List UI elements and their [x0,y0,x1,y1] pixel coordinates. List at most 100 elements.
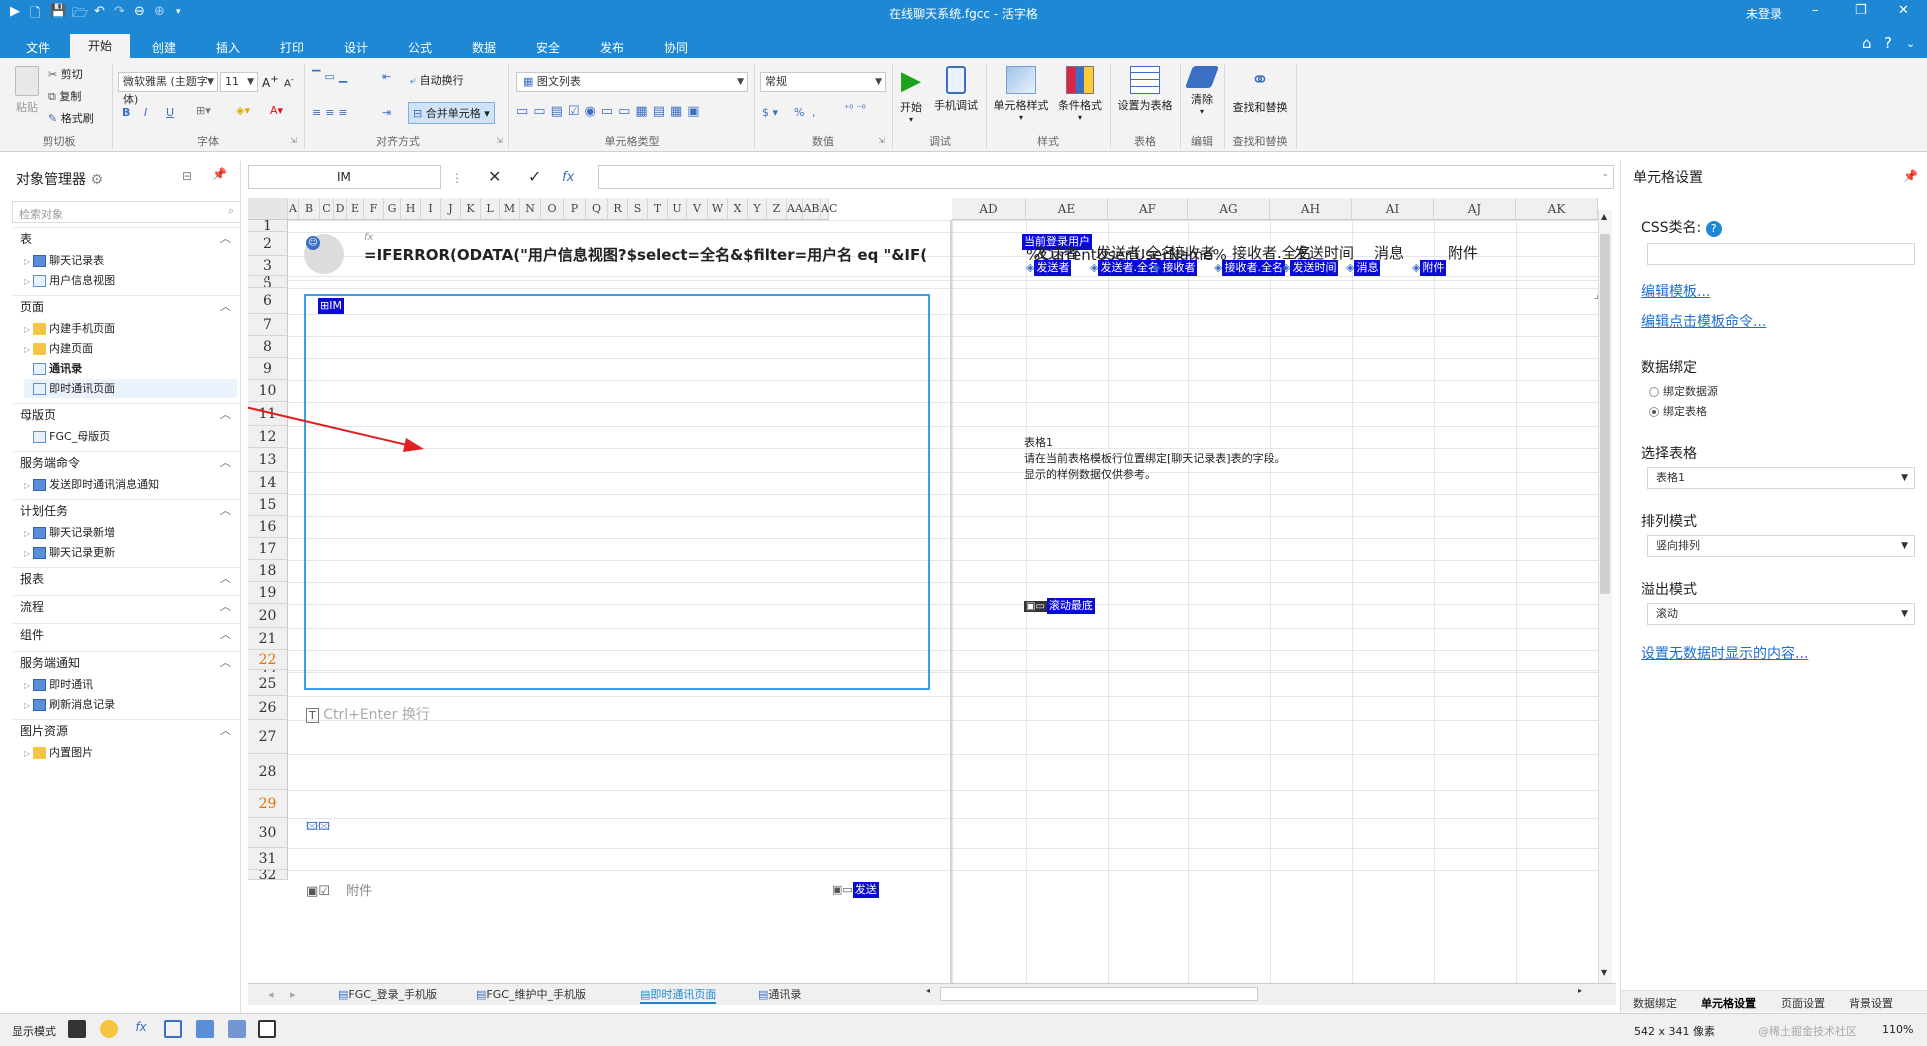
merge-cells-button[interactable]: ⊟ 合并单元格 ▾ [408,102,495,124]
tab-prev-icon[interactable]: ◂ [268,986,274,1004]
tab-file[interactable]: 文件 [8,38,68,58]
user-icon[interactable] [100,1020,118,1038]
formula-input[interactable]: ⌄ [598,165,1614,189]
more-icon[interactable]: ⋮ [451,171,463,185]
tree-item-builtin-images[interactable]: ▷ 内置图片 [24,743,93,762]
outdent-icon[interactable]: ⇥ [382,106,391,119]
conditional-format-button[interactable]: 条件格式 ▾ [1054,66,1106,122]
tree-item-task-update[interactable]: ▷ 聊天记录更新 [24,543,115,562]
confirm-icon[interactable]: ✓ [528,167,541,186]
empty-content-link[interactable]: 设置无数据时显示的内容... [1641,643,1808,663]
sheet-tab-login[interactable]: ▤FGC_登录_手机版 [338,986,437,1004]
layout-icon[interactable] [196,1020,214,1038]
indent-icon[interactable]: ⇤ [382,70,391,83]
section-pages[interactable]: 页面 ︿ [12,295,241,317]
insert-function-icon[interactable]: fx [562,170,574,185]
section-scheduled-tasks[interactable]: 计划任务 ︿ [12,499,241,521]
section-server-notify[interactable]: 服务端通知 ︿ [12,651,241,673]
expand-arrow-icon[interactable]: ▷ [24,701,30,710]
valign-icons[interactable]: ▔▭▁ [312,70,351,83]
gear-icon[interactable]: ⚙ [90,172,103,188]
expand-formula-icon[interactable]: ⌄ [1601,169,1609,179]
expand-arrow-icon[interactable]: ▷ [24,257,30,266]
tree-item-contacts[interactable]: ▷通讯录 [24,359,82,378]
name-box[interactable]: IM [248,165,441,189]
cell-style-button[interactable]: 单元格样式 ▾ [990,66,1052,122]
cell-type-select[interactable]: ▦ 图文列表 ▼ [516,72,748,92]
section-image-resources[interactable]: 图片资源 ︿ [12,719,241,741]
hscroll-right-icon[interactable]: ▸ [1578,986,1586,1002]
edit-click-command-link[interactable]: 编辑点击模板命令... [1641,311,1766,331]
tab-background-settings[interactable]: 背景设置 [1849,995,1893,1011]
number-dialog-launcher-icon[interactable]: ⇲ [878,136,885,145]
tab-publish[interactable]: 发布 [582,38,642,58]
number-format-select[interactable]: 常规 ▼ [760,72,886,92]
tab-next-icon[interactable]: ▸ [290,986,296,1004]
tab-insert[interactable]: 插入 [198,38,258,58]
image-icon[interactable] [228,1020,246,1038]
tab-page-settings[interactable]: 页面设置 [1781,995,1825,1011]
expand-arrow-icon[interactable]: ▷ [24,325,30,334]
tree-item-mobile-pages[interactable]: ▷ 内建手机页面 [24,319,115,338]
radio-bind-table[interactable]: 绑定表格 [1649,403,1707,419]
hscroll-left-icon[interactable]: ◂ [926,986,934,1002]
set-table-button[interactable]: 设置为表格 [1112,66,1178,113]
mobile-debug-button[interactable]: 手机调试 [930,66,982,113]
section-reports[interactable]: 报表 ︿ [12,567,241,589]
expand-arrow-icon[interactable]: ▷ [24,277,30,286]
cut-button[interactable]: ✂ 剪切 [48,66,83,82]
window-icon[interactable] [258,1020,276,1038]
expand-arrow-icon[interactable]: ▷ [24,481,30,490]
horizontal-scroll-thumb[interactable] [940,987,1258,1001]
help-icon[interactable]: ? [1705,221,1722,237]
arrange-mode-dropdown[interactable]: 竖向排列 ▼ [1647,535,1915,557]
css-class-input[interactable] [1647,243,1915,265]
spreadsheet-canvas[interactable]: A B C D E F G H I J K L M N O P Q R S T U V W X Y Z AA AB AC AD AE AF A… [248,198,1616,988]
start-button[interactable]: ▶ 开始 ▾ [896,66,926,124]
section-server-commands[interactable]: 服务端命令 ︿ [12,451,241,473]
tree-item-builtin-pages[interactable]: ▷ 内建页面 [24,339,93,358]
wrap-text-button[interactable]: ⤶ 自动换行 [410,72,464,88]
align-dialog-launcher-icon[interactable]: ⇲ [496,136,503,145]
underline-button[interactable]: U [166,106,174,119]
tab-collab[interactable]: 协同 [646,38,706,58]
font-dialog-launcher-icon[interactable]: ⇲ [290,136,297,145]
copy-button[interactable]: ⧉ 复制 [48,88,81,104]
tab-home[interactable]: 开始 [70,34,130,58]
border-icon[interactable]: ⊞▾ [196,104,211,117]
tab-design[interactable]: 设计 [326,38,386,58]
paste-button[interactable]: 粘贴 [12,66,42,115]
close-button[interactable]: ✕ [1898,3,1909,18]
tree-item-chat-table[interactable]: ▷ 聊天记录表 [24,251,104,270]
start-dropdown-icon[interactable]: ▾ [896,115,926,124]
restore-button[interactable]: ❐ [1855,3,1867,18]
currency-button[interactable]: $ ▾ [762,106,778,119]
collapse-all-icon[interactable]: ⊟ [182,169,192,183]
tab-print[interactable]: 打印 [262,38,322,58]
tree-item-send-notify[interactable]: ▷ 发送即时通讯消息通知 [24,475,159,494]
terminal-icon[interactable] [68,1020,86,1038]
find-replace-button[interactable]: ⚭ 查找和替换 [1228,66,1292,115]
tree-item-refresh-notify[interactable]: ▷ 刷新消息记录 [24,695,115,714]
format-painter-button[interactable]: ✎ 格式刷 [48,110,94,126]
pin-icon[interactable]: 📌 [1903,169,1918,183]
object-search-input[interactable]: 检索对象 ⌕ [12,201,241,223]
edit-template-link[interactable]: 编辑模板... [1641,281,1710,301]
overflow-mode-dropdown[interactable]: 滚动 ▼ [1647,603,1915,625]
home-icon[interactable]: ⌂ [1862,34,1872,52]
decrease-font-button[interactable]: A- [284,74,294,89]
section-tables[interactable]: 表 ︿ [12,227,241,249]
help-icon[interactable]: ? [1884,34,1892,52]
fill-color-icon[interactable]: ◈▾ [236,104,250,117]
tab-cell-settings[interactable]: 单元格设置 [1701,995,1756,1011]
sheet-tab-contacts[interactable]: ▤通讯录 [758,986,801,1004]
pin-icon[interactable]: 📌 [212,167,227,181]
minimize-button[interactable]: – [1812,3,1819,18]
tab-data[interactable]: 数据 [454,38,514,58]
tab-security[interactable]: 安全 [518,38,578,58]
cancel-icon[interactable]: ✕ [488,167,501,186]
tree-item-im-notify[interactable]: ▷ 即时通讯 [24,675,93,694]
select-table-dropdown[interactable]: 表格1 ▼ [1647,467,1915,489]
tree-item-user-view[interactable]: ▷ 用户信息视图 [24,271,115,290]
tab-data-binding[interactable]: 数据绑定 [1633,995,1677,1011]
